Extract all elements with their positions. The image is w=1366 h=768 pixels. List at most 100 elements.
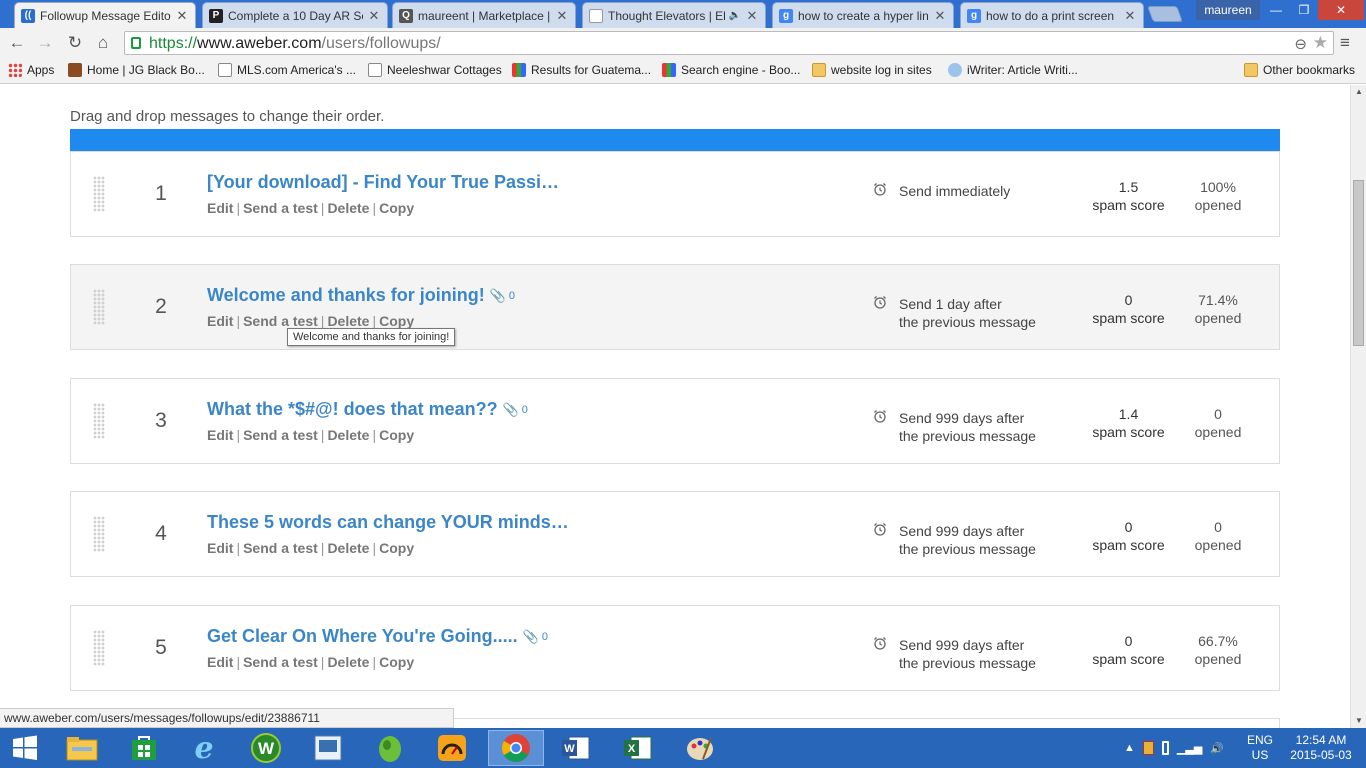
delete-link[interactable]: Delete (327, 654, 369, 670)
send-test-link[interactable]: Send a test (243, 313, 318, 329)
message-row-2[interactable]: 2 Welcome and thanks for joining! 📎 0 Ed… (70, 264, 1280, 350)
minimize-icon[interactable]: — (1262, 0, 1290, 20)
tab-marketplace[interactable]: Q maureent | Marketplace | ✕ (392, 2, 576, 28)
excel-icon[interactable]: X (610, 730, 666, 766)
copy-link[interactable]: Copy (379, 200, 414, 216)
send-test-link[interactable]: Send a test (243, 654, 318, 670)
language-indicator[interactable]: ENG US (1240, 728, 1280, 768)
message-actions: Edit | Send a test | Delete | Copy (207, 654, 415, 670)
drag-handle-icon[interactable] (93, 630, 105, 666)
send-test-link[interactable]: Send a test (243, 427, 318, 443)
windows-start-icon[interactable] (0, 730, 50, 766)
copy-link[interactable]: Copy (379, 654, 414, 670)
page-icon (218, 63, 232, 77)
writer-w-icon[interactable]: W (238, 730, 294, 766)
tab-ar-series[interactable]: P Complete a 10 Day AR Se ✕ (202, 2, 388, 28)
forward-icon[interactable]: → (34, 32, 56, 54)
restore-icon[interactable]: ❐ (1290, 0, 1318, 20)
delete-link[interactable]: Delete (327, 540, 369, 556)
show-hidden-icons-icon[interactable]: ▲ (1124, 742, 1135, 754)
back-icon[interactable]: ← (6, 32, 28, 54)
store-icon[interactable] (116, 730, 172, 766)
bookmark-star-icon[interactable]: ★ (1313, 33, 1328, 53)
send-schedule: Send 999 days after the previous message (899, 523, 1036, 557)
message-row-5[interactable]: 5 Get Clear On Where You're Going..... 📎… (70, 605, 1280, 691)
word-icon[interactable]: W (548, 730, 604, 766)
chrome-icon[interactable] (488, 730, 544, 766)
new-tab-button[interactable] (1147, 6, 1183, 22)
bookmark-other[interactable]: Other bookmarks (1244, 63, 1355, 77)
media-icon[interactable] (300, 730, 356, 766)
message-title-link[interactable]: These 5 words can change YOUR minds… (207, 512, 569, 533)
close-icon[interactable]: ✕ (933, 8, 947, 24)
bookmark-apps[interactable]: Apps (8, 63, 54, 77)
window-close-icon[interactable]: ✕ (1318, 0, 1364, 20)
vertical-scrollbar[interactable]: ▲ ▼ (1350, 85, 1366, 728)
bookmark-guatemala[interactable]: Results for Guatema... (512, 63, 651, 77)
close-icon[interactable]: ✕ (367, 8, 381, 24)
message-title-link[interactable]: Get Clear On Where You're Going..... (207, 626, 518, 647)
spam-score: 0 spam score (1092, 519, 1165, 553)
close-icon[interactable]: ✕ (175, 8, 189, 24)
copy-link[interactable]: Copy (379, 540, 414, 556)
evernote-icon[interactable] (362, 730, 418, 766)
edit-link[interactable]: Edit (207, 654, 233, 670)
edit-link[interactable]: Edit (207, 427, 233, 443)
send-test-link[interactable]: Send a test (243, 540, 318, 556)
scroll-up-icon[interactable]: ▲ (1351, 85, 1366, 99)
search-icon: Q (399, 8, 413, 23)
speedometer-icon[interactable] (424, 730, 480, 766)
drag-handle-icon[interactable] (93, 403, 105, 439)
delete-link[interactable]: Delete (327, 427, 369, 443)
copy-link[interactable]: Copy (379, 313, 414, 329)
menu-icon[interactable]: ≡ (1340, 33, 1350, 53)
tab-print-screen-search[interactable]: g how to do a print screen ✕ (960, 2, 1144, 28)
bookmark-website-log-in[interactable]: website log in sites (812, 63, 932, 77)
message-title-link[interactable]: What the *$#@! does that mean?? (207, 399, 498, 420)
spam-score: 0 spam score (1092, 633, 1165, 667)
profile-button[interactable]: maureen (1196, 0, 1260, 20)
delete-link[interactable]: Delete (327, 200, 369, 216)
home-icon[interactable]: ⌂ (92, 32, 114, 54)
edit-link[interactable]: Edit (207, 540, 233, 556)
bookmark-mls[interactable]: MLS.com America's ... (218, 63, 356, 77)
drag-handle-icon[interactable] (93, 176, 105, 212)
send-test-link[interactable]: Send a test (243, 200, 318, 216)
bookmark-jg-black[interactable]: Home | JG Black Bo... (68, 63, 205, 77)
tab-hyperlink-search[interactable]: g how to create a hyper lin ✕ (772, 2, 954, 28)
drag-handle-icon[interactable] (93, 289, 105, 325)
message-row-4[interactable]: 4 These 5 words can change YOUR minds… E… (70, 491, 1280, 577)
scrollbar-thumb[interactable] (1353, 180, 1364, 346)
close-icon[interactable]: ✕ (555, 8, 569, 24)
message-row-1[interactable]: 1 [Your download] - Find Your True Passi… (70, 151, 1280, 237)
bookmark-neeleshwar[interactable]: Neeleshwar Cottages (368, 63, 502, 77)
volume-icon[interactable]: 🔊 (1210, 742, 1224, 755)
message-actions: Edit | Send a test | Delete | Copy (207, 200, 415, 216)
bookmark-iwriter[interactable]: iWriter: Article Writi... (948, 63, 1078, 77)
edit-link[interactable]: Edit (207, 200, 233, 216)
file-explorer-icon[interactable] (54, 730, 110, 766)
edit-link[interactable]: Edit (207, 313, 233, 329)
security-alert-icon[interactable] (1142, 741, 1154, 755)
url-text[interactable]: https://www.aweber.com/users/followups/ (149, 34, 441, 54)
scroll-down-icon[interactable]: ▼ (1351, 714, 1366, 728)
address-bar[interactable]: https://www.aweber.com/users/followups/ … (124, 31, 1334, 55)
network-signal-icon[interactable]: ▁▃▅ (1177, 742, 1202, 755)
delete-link[interactable]: Delete (327, 313, 369, 329)
message-title-link[interactable]: Welcome and thanks for joining! (207, 285, 485, 306)
clock[interactable]: 12:54 AM 2015-05-03 (1286, 728, 1356, 768)
power-icon[interactable] (1161, 741, 1169, 755)
internet-explorer-icon[interactable]: e (176, 730, 232, 766)
close-icon[interactable]: ✕ (1123, 8, 1137, 24)
bookmark-search-engine[interactable]: Search engine - Boo... (662, 63, 800, 77)
close-icon[interactable]: ✕ (745, 8, 759, 24)
reload-icon[interactable]: ↻ (64, 32, 86, 54)
copy-link[interactable]: Copy (379, 427, 414, 443)
tab-thought-elevators[interactable]: Thought Elevators | Ele 🔈 ✕ (582, 2, 766, 28)
zoom-icon[interactable]: ⊖ (1294, 35, 1307, 53)
message-row-3[interactable]: 3 What the *$#@! does that mean?? 📎 0 Ed… (70, 378, 1280, 464)
paint-icon[interactable] (672, 730, 728, 766)
message-title-link[interactable]: [Your download] - Find Your True Passi… (207, 172, 559, 193)
tab-followup-message-editor[interactable]: (( Followup Message Editor ✕ (14, 2, 196, 28)
drag-handle-icon[interactable] (93, 516, 105, 552)
